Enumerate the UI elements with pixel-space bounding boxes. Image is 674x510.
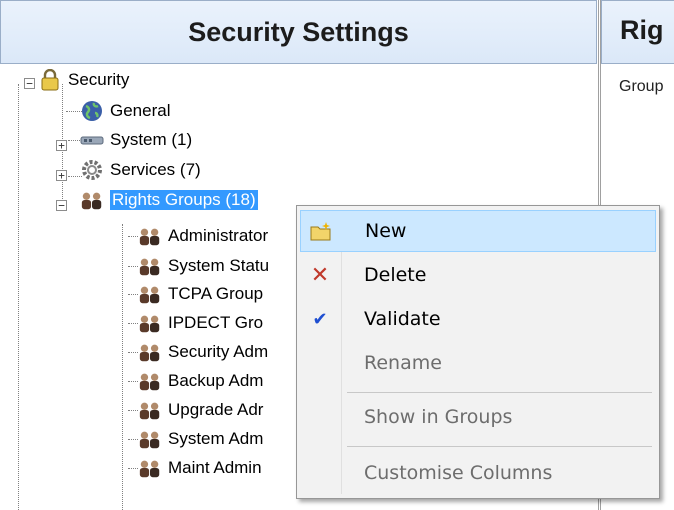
tree-node-rights-groups[interactable]: Rights Groups (18) [80,186,258,214]
tree-node-group[interactable]: TCPA Group [128,280,263,308]
users-group-icon [138,398,162,422]
menu-item-new[interactable]: New [300,210,656,252]
users-group-icon [138,369,162,393]
menu-item-validate[interactable]: ✔ Validate [300,298,656,340]
users-group-icon [138,224,162,248]
menu-icon-spacer [300,452,340,494]
menu-icon-spacer [300,342,340,384]
menu-separator [347,392,652,393]
menu-item-delete[interactable]: ✕ Delete [300,254,656,296]
menu-icon-spacer [300,396,340,438]
menu-item-show-in-groups[interactable]: Show in Groups [300,396,656,438]
network-icon [80,128,104,152]
tree-node-group[interactable]: Security Adm [128,338,268,366]
menu-item-rename[interactable]: Rename [300,342,656,384]
expand-toggle[interactable]: + [56,170,67,181]
new-folder-icon [301,210,341,252]
tree-node-group[interactable]: System Statu [128,252,269,280]
tree-connector [128,438,138,440]
tree-connector [18,84,19,510]
tree-connector [122,224,123,510]
tree-node-system[interactable]: System (1) [80,126,192,154]
users-group-icon [138,456,162,480]
tree-connector [128,235,138,237]
tree-node-group[interactable]: System Adm [128,425,263,453]
expand-toggle[interactable]: + [56,140,67,151]
users-group-icon [138,427,162,451]
panel-title: Security Settings [188,16,409,47]
tree-node-general[interactable]: General [80,97,170,125]
tree-node-group[interactable]: Administrator [128,222,268,250]
tree-connector [128,467,138,469]
users-group-icon [80,188,104,212]
menu-separator [347,446,652,447]
tree-node-group[interactable]: Upgrade Adr [128,396,263,424]
users-group-icon [138,340,162,364]
tree-connector [128,293,138,295]
globe-icon [80,99,104,123]
users-group-icon [138,282,162,306]
padlock-icon [38,68,62,92]
checkmark-icon: ✔ [312,308,328,329]
panel-header: Security Settings [0,0,597,64]
rights-panel-title: Rig [620,15,664,45]
users-group-icon [138,311,162,335]
delete-x-icon: ✕ [310,262,330,287]
tree-connector [128,409,138,411]
gear-icon [80,158,104,182]
tree-connector [128,351,138,353]
tree-node-security[interactable]: Security [38,66,129,94]
context-menu: New ✕ Delete ✔ Validate Rename Show in G… [296,205,660,499]
tree-node-services[interactable]: Services (7) [80,156,201,184]
tree-node-group[interactable]: IPDECT Gro [128,309,263,337]
tree-connector [128,380,138,382]
rights-panel-header: Rig [601,0,674,64]
tree-connector [128,322,138,324]
collapse-toggle[interactable]: − [56,200,67,211]
users-group-icon [138,254,162,278]
collapse-toggle[interactable]: − [24,78,35,89]
group-column-header[interactable]: Group [619,78,663,96]
menu-item-customise-columns[interactable]: Customise Columns [300,452,656,494]
tree-node-group[interactable]: Maint Admin [128,454,262,482]
tree-connector [128,265,138,267]
tree-node-group[interactable]: Backup Adm [128,367,263,395]
